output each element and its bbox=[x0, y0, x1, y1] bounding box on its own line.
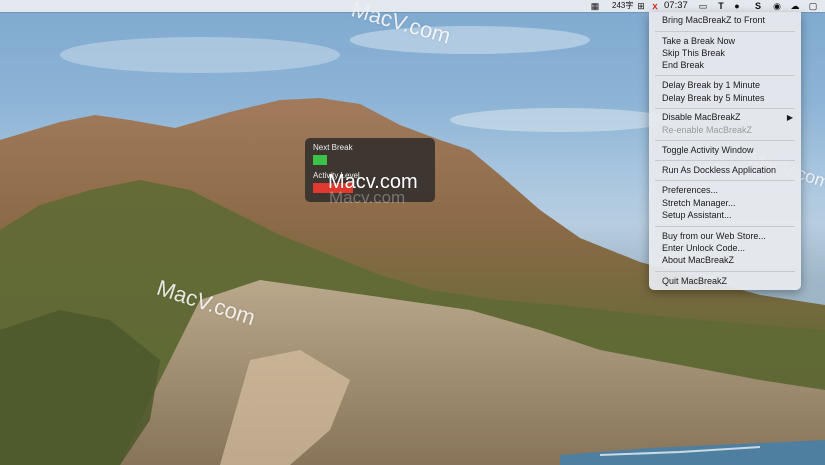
grid-icon[interactable]: ▦ bbox=[590, 1, 600, 11]
activity-window[interactable]: Next Break Activity Level Macv.com bbox=[305, 138, 435, 207]
wechat-icon[interactable]: ● bbox=[732, 1, 742, 11]
s-icon[interactable]: S bbox=[753, 1, 763, 11]
menu-separator bbox=[655, 108, 795, 109]
menu-separator bbox=[655, 75, 795, 76]
menu-separator bbox=[655, 226, 795, 227]
menu-item-re-enable-macbreakz: Re-enable MacBreakZ bbox=[662, 125, 753, 135]
menu-item-delay-1-minute[interactable]: Delay Break by 1 Minute bbox=[649, 79, 801, 92]
word-count[interactable]: 243字 bbox=[612, 0, 633, 12]
menu-item-disable-macbreakz[interactable]: Disable MacBreakZ ▶ bbox=[649, 111, 801, 124]
text-icon[interactable]: T bbox=[716, 1, 726, 11]
menubar: ▦ 243字 ⊞ ｘ 07:37 ▭ T ● S ◉ ☁ ▢ bbox=[0, 0, 825, 12]
submenu-arrow-icon: ▶ bbox=[786, 113, 793, 122]
menu-item-about-macbreakz[interactable]: About MacBreakZ bbox=[649, 254, 801, 267]
macbreakz-icon[interactable]: ｘ bbox=[650, 1, 660, 11]
menu-item-bring-to-front[interactable]: Bring MacBreakZ to Front bbox=[649, 14, 801, 27]
chat-icon[interactable]: ▢ bbox=[808, 1, 818, 11]
menu-separator bbox=[655, 140, 795, 141]
menu-item-delay-5-minutes[interactable]: Delay Break by 5 Minutes bbox=[649, 92, 801, 105]
menu-separator bbox=[655, 271, 795, 272]
menu-item-setup-assistant[interactable]: Setup Assistant... bbox=[649, 209, 801, 222]
menu-item-toggle-activity-window[interactable]: Toggle Activity Window bbox=[649, 144, 801, 157]
eye-icon[interactable]: ◉ bbox=[772, 1, 782, 11]
activity-level-label: Activity Level bbox=[313, 171, 360, 180]
menu-item-end-break[interactable]: End Break bbox=[649, 59, 801, 72]
menu-item-quit-macbreakz[interactable]: Quit MacBreakZ bbox=[649, 275, 801, 288]
menu-separator bbox=[655, 180, 795, 181]
menu-separator bbox=[655, 31, 795, 32]
menu-item-run-as-dockless[interactable]: Run As Dockless Application bbox=[649, 164, 801, 177]
next-break-bar bbox=[313, 155, 327, 165]
clock[interactable]: 07:37 bbox=[664, 0, 688, 12]
menu-item-preferences[interactable]: Preferences... bbox=[649, 184, 801, 197]
cloud-icon[interactable]: ☁ bbox=[790, 1, 800, 11]
watermark-center-faint: Macv.com bbox=[329, 188, 406, 207]
next-break-label: Next Break bbox=[313, 143, 353, 152]
menu-separator bbox=[655, 160, 795, 161]
input-method-icon[interactable]: ⊞ bbox=[636, 1, 646, 11]
video-icon[interactable]: ▭ bbox=[698, 1, 708, 11]
macbreakz-menu: Bring MacBreakZ to Front Take a Break No… bbox=[649, 12, 801, 290]
